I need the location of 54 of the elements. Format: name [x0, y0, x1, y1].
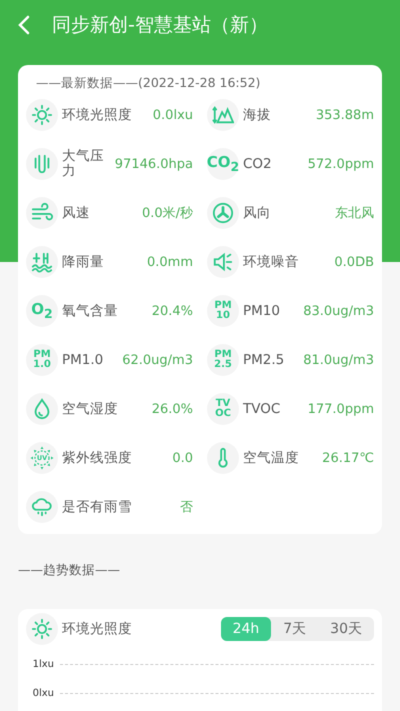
sensor-value: 26.0% [152, 402, 193, 416]
axis-tick-label: 0lxu [32, 688, 54, 699]
sensor-label: 降雨量 [62, 254, 105, 270]
sensor-label: 海拔 [243, 108, 272, 122]
fan-icon [212, 202, 234, 224]
sensor-value: 0.0米/秒 [142, 205, 193, 222]
sensor-value: 20.4% [152, 304, 193, 318]
sensor-label: 风向 [243, 206, 272, 220]
sensor-label: 大气压力 [62, 149, 105, 179]
sensor-label: 空气温度 [243, 450, 300, 466]
sensor-value: 0.0mm [146, 254, 193, 270]
sensor-icon: PM 10 [214, 301, 232, 321]
cloud-rain-icon [31, 496, 53, 518]
page-title: 同步新创-智慧基站（新） [52, 13, 268, 38]
sensor-value: 26.17℃ [322, 450, 374, 466]
sensor-icon: PM 1.0 [33, 350, 51, 370]
sensor-label: TVOC [243, 402, 282, 416]
metric-label: 环境光照度 [62, 622, 133, 636]
speaker-icon [212, 251, 234, 273]
range-tab[interactable]: 7天 [271, 617, 318, 641]
sensor-value: 177.0ppm [308, 402, 374, 416]
sensor-value: 353.88m [316, 108, 374, 122]
sensor-icon: O$_{2}$ [31, 302, 53, 320]
sensor-label: PM1.0 [62, 352, 104, 368]
sensor-label: 风速 [62, 206, 91, 220]
sensor-label: 环境噪音 [243, 254, 300, 270]
mountain-icon [212, 104, 234, 126]
sensor-label: PM10 [243, 304, 281, 318]
sensor-icon: TV OC [215, 399, 231, 419]
section-heading: ——最新数据——(2022-12-28 16:52) [35, 75, 262, 92]
sensor-icon: PM 2.5 [214, 350, 232, 370]
sensor-value: 0.0DB [334, 254, 374, 270]
sensor-value: 62.0ug/m3 [122, 352, 193, 368]
sensor-value: 572.0ppm [308, 156, 374, 172]
sensor-label: 紫外线强度 [62, 450, 133, 466]
sun-icon [31, 618, 53, 640]
sensor-label: CO2 [243, 156, 273, 172]
range-tab[interactable]: 30天 [318, 617, 374, 641]
sensor-value: 97146.0hpa [114, 156, 193, 172]
sensor-value: 81.0ug/m3 [303, 352, 374, 368]
sensor-label: 是否有雨雪 [62, 500, 133, 514]
sensor-icon: CO$_{2}$ [206, 154, 240, 174]
sun-icon [31, 104, 53, 126]
section-heading: ——趋势数据—— [18, 562, 121, 579]
sensor-label: PM2.5 [243, 352, 286, 368]
sensor-value: 否 [180, 499, 193, 516]
sensor-label: 空气湿度 [62, 402, 119, 416]
sensor-value: 东北风 [335, 205, 374, 222]
sensor-value: 83.0ug/m3 [303, 304, 374, 318]
sensor-value: 0.0lxu [152, 108, 193, 122]
sensor-label: 环境光照度 [62, 108, 133, 122]
sensor-label: 氧气含量 [62, 304, 119, 318]
axis-tick-label: 1lxu [32, 659, 54, 670]
sensor-value: 0.0 [172, 450, 193, 466]
